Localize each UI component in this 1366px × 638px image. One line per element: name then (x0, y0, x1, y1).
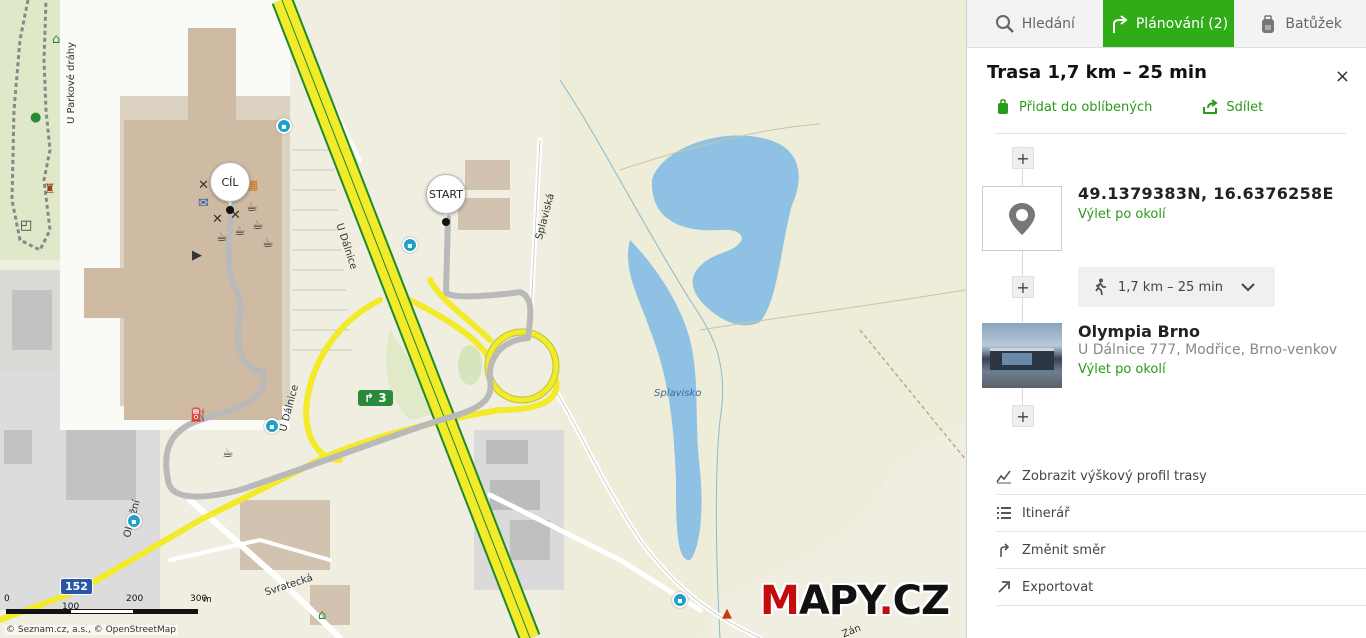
tab-search[interactable]: Hledání (967, 0, 1103, 47)
reverse-direction-icon (1000, 543, 1010, 557)
itinerary-button[interactable]: Itinerář (996, 495, 1366, 532)
place-photo[interactable] (982, 323, 1062, 388)
restaurant-icon[interactable]: ✕ (212, 212, 223, 227)
stop-destination: Olympia Brno U Dálnice 777, Modřice, Brn… (1078, 322, 1337, 377)
tab-label: Batůžek (1285, 15, 1342, 32)
logo-apy: APY (798, 578, 880, 624)
list-icon (997, 507, 1011, 519)
motorway-exit-badge: ↱ 3 (358, 390, 393, 406)
map-canvas (0, 0, 966, 638)
photo-window (1002, 353, 1032, 365)
park-icon[interactable]: ● (30, 110, 41, 125)
playground-icon[interactable]: ⌂ (52, 32, 60, 47)
menu-label: Itinerář (1022, 505, 1070, 521)
logo-dot: . (878, 578, 893, 624)
menu-label: Exportovat (1022, 579, 1094, 595)
add-to-favorites-label: Přidat do oblíbených (1019, 99, 1153, 115)
train-icon[interactable]: ♜ (44, 182, 56, 197)
logo-cz: CZ (892, 578, 950, 624)
route-header: Trasa 1,7 km – 25 min × Přidat do oblíbe… (967, 48, 1366, 134)
scale-unit: m (203, 595, 212, 605)
bus-stop-icon[interactable]: ▪ (264, 418, 280, 434)
mapy-cz-logo[interactable]: MAPY.CZ (760, 578, 950, 624)
trip-around-link[interactable]: Výlet po okolí (1078, 207, 1334, 222)
menu-label: Zobrazit výškový profil trasy (1022, 468, 1207, 484)
export-icon (998, 581, 1010, 593)
walking-icon (1095, 278, 1106, 296)
bus-stop-icon[interactable]: ▪ (402, 237, 418, 253)
cafe-icon[interactable]: ☕ (234, 224, 246, 239)
add-to-favorites-button[interactable]: Přidat do oblíbených (995, 99, 1152, 115)
add-stop-button[interactable]: + (1012, 147, 1034, 169)
share-icon (1203, 99, 1219, 114)
fuel-station-icon[interactable]: ⛽ (190, 408, 206, 423)
road-number-badge: 152 (60, 578, 93, 595)
add-stop-button[interactable]: + (1012, 405, 1034, 427)
bus-stop-icon[interactable]: ▪ (126, 513, 142, 529)
cinema-icon[interactable]: ▶ (192, 248, 202, 263)
map-view[interactable]: U Parkové dráhy U Dálnice U Dálnice Spla… (0, 0, 966, 638)
lake-label: Splavisko (654, 388, 702, 399)
start-pin[interactable]: START (426, 174, 466, 226)
route-title: Trasa 1,7 km – 25 min (987, 62, 1207, 83)
reverse-direction-button[interactable]: Změnit směr (996, 532, 1366, 569)
stop-address: U Dálnice 777, Modřice, Brno-venkov (1078, 342, 1338, 358)
maze-icon[interactable]: ◰ (20, 218, 32, 233)
bus-stop-icon[interactable]: ▪ (276, 118, 292, 134)
route-planning-icon (1112, 14, 1128, 33)
pin-dot (226, 206, 234, 214)
search-icon (995, 14, 1014, 33)
tab-label: Hledání (1021, 15, 1075, 32)
post-office-icon[interactable]: ✉ (198, 196, 209, 211)
stop-name: Olympia Brno (1078, 322, 1200, 341)
map-credits[interactable]: © Seznam.cz, a.s., © OpenStreetMap (4, 625, 178, 635)
scale-bar-segment (134, 609, 198, 614)
share-label: Sdílet (1226, 99, 1264, 115)
tab-backpack[interactable]: Batůžek (1234, 0, 1366, 47)
tab-label: Plánování (2) (1135, 15, 1229, 32)
cafe-icon[interactable]: ☕ (252, 218, 264, 233)
cafe-icon[interactable]: ☕ (262, 236, 274, 251)
start-pin-label: START (426, 174, 466, 214)
logo-m: M (760, 578, 800, 624)
destination-pin[interactable]: CÍL (210, 162, 250, 214)
scale-bar-segment (70, 609, 134, 614)
bus-stop-icon[interactable]: ▪ (672, 592, 688, 608)
route-segment[interactable]: 1,7 km – 25 min (1078, 267, 1275, 307)
map-pin-icon (1009, 202, 1035, 235)
panel-tabs: Hledání Plánování (2) Batůžek (967, 0, 1366, 48)
route-actions: Přidat do oblíbených Sdílet (995, 99, 1346, 134)
stop-icon-box[interactable] (982, 186, 1062, 251)
scale-bar-segment (6, 609, 70, 614)
street-label: U Parkové dráhy (66, 42, 77, 124)
segment-summary: 1,7 km – 25 min (1118, 279, 1223, 295)
restaurant-icon[interactable]: ✕ (198, 178, 209, 193)
favorites-backpack-icon (998, 99, 1008, 114)
stop-coordinates: 49.1379383N, 16.6376258E (1078, 184, 1334, 203)
tab-planning[interactable]: Plánování (2) (1102, 0, 1235, 47)
route-menu: Zobrazit výškový profil trasy Itinerář Z… (996, 458, 1366, 606)
stop-start: 49.1379383N, 16.6376258E Výlet po okolí (1078, 184, 1334, 222)
trip-around-link[interactable]: Výlet po okolí (1078, 362, 1337, 377)
scale-tick: 200 (126, 594, 144, 604)
cafe-icon[interactable]: ☕ (222, 446, 234, 461)
cafe-icon[interactable]: ☕ (216, 230, 228, 245)
destination-pin-label: CÍL (210, 162, 250, 202)
share-button[interactable]: Sdílet (1202, 99, 1263, 115)
elevation-profile-button[interactable]: Zobrazit výškový profil trasy (996, 458, 1366, 495)
landmark-icon[interactable]: ⌂ (318, 608, 326, 623)
chevron-down-icon (1241, 283, 1255, 292)
add-stop-button[interactable]: + (1012, 276, 1034, 298)
pin-dot (442, 218, 450, 226)
scale-tick: 0 (4, 594, 10, 604)
elevation-profile-icon (996, 470, 1011, 484)
monument-icon[interactable]: ▲ (722, 606, 732, 621)
backpack-icon (1262, 14, 1275, 33)
close-button[interactable]: × (1335, 66, 1350, 87)
export-button[interactable]: Exportovat (996, 569, 1366, 606)
menu-label: Změnit směr (1022, 542, 1106, 558)
